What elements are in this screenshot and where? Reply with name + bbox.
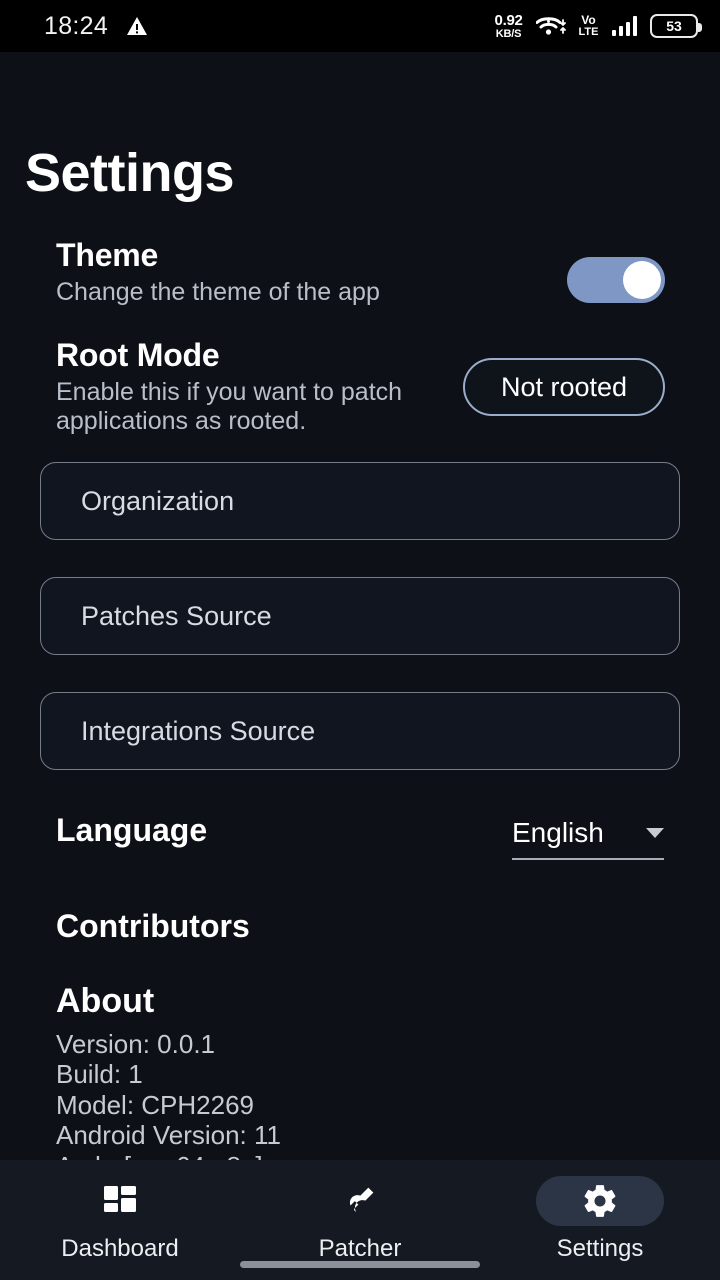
phone-screen: 18:24 0.92 KB/S Vo LTE 53 Settings Theme…: [0, 0, 720, 1280]
integrations-source-input[interactable]: Integrations Source: [40, 692, 680, 770]
wifi-icon: [535, 14, 566, 38]
home-indicator[interactable]: [240, 1261, 480, 1268]
about-model: Model: CPH2269: [56, 1089, 254, 1120]
language-label: Language: [56, 812, 208, 848]
dashboard-grid-icon: [100, 1181, 140, 1221]
status-bar: 18:24 0.92 KB/S Vo LTE 53: [0, 0, 720, 52]
about-build: Build: 1: [56, 1059, 143, 1090]
network-speed-unit: KB/S: [495, 27, 522, 40]
chevron-down-icon: [646, 828, 664, 838]
about-title: About: [56, 982, 155, 1020]
volte-bottom-text: LTE: [578, 26, 599, 38]
organization-input[interactable]: Organization: [40, 462, 680, 540]
about-version: Version: 0.0.1: [56, 1029, 215, 1059]
setting-row-root-mode: Root Mode Enable this if you want to pat…: [56, 337, 426, 435]
status-bar-right: 0.92 KB/S Vo LTE 53: [495, 13, 702, 40]
root-mode-status-button[interactable]: Not rooted: [463, 358, 665, 416]
nav-item-settings[interactable]: Settings: [480, 1160, 720, 1263]
setting-row-theme: Theme Change the theme of the app: [56, 237, 380, 307]
network-speed-indicator: 0.92 KB/S: [495, 13, 523, 40]
gear-icon: [581, 1182, 619, 1220]
nav-label-dashboard: Dashboard: [61, 1235, 179, 1262]
about-android-version: Android Version: 11: [56, 1120, 281, 1151]
patches-source-input[interactable]: Patches Source: [40, 577, 680, 655]
warning-triangle-icon: [126, 16, 148, 36]
about-details: Version: 0.0.1 Build: 1 Model: CPH2269 A…: [56, 1029, 281, 1181]
page-title: Settings: [25, 143, 235, 203]
volte-icon: Vo LTE: [579, 14, 599, 38]
nav-item-dashboard[interactable]: Dashboard: [0, 1160, 240, 1263]
theme-toggle-switch[interactable]: [567, 257, 665, 303]
nav-label-patcher: Patcher: [318, 1235, 402, 1262]
root-mode-subtitle: Enable this if you want to patch applica…: [56, 378, 403, 435]
volte-top-text: Vo: [581, 13, 596, 27]
dashboard-icon-container: [56, 1176, 184, 1226]
organization-input-label: Organization: [81, 485, 235, 516]
signal-bars-icon: [611, 16, 637, 36]
language-dropdown[interactable]: English: [512, 817, 664, 860]
patches-source-input-label: Patches Source: [81, 600, 272, 631]
root-mode-title: Root Mode: [56, 337, 220, 373]
contributors-link[interactable]: Contributors: [56, 908, 250, 945]
integrations-source-input-label: Integrations Source: [81, 715, 316, 746]
theme-subtitle: Change the theme of the app: [56, 278, 380, 306]
battery-icon: 53: [650, 14, 702, 38]
theme-title: Theme: [56, 237, 159, 273]
wrench-icon: [340, 1181, 380, 1221]
nav-item-patcher[interactable]: Patcher: [240, 1160, 480, 1263]
bottom-navigation-bar: Dashboard Patcher Settings: [0, 1160, 720, 1280]
theme-toggle-knob: [623, 261, 661, 299]
patcher-icon-container: [296, 1176, 424, 1226]
settings-content: Settings Theme Change the theme of the a…: [0, 52, 720, 1181]
status-bar-left: 18:24: [44, 12, 148, 41]
settings-icon-container-selected: [536, 1176, 664, 1226]
status-bar-clock: 18:24: [44, 11, 109, 40]
nav-label-settings: Settings: [556, 1235, 644, 1262]
language-selected-value: English: [512, 817, 604, 848]
network-speed-value: 0.92: [494, 11, 523, 29]
battery-level-text: 53: [666, 18, 682, 34]
